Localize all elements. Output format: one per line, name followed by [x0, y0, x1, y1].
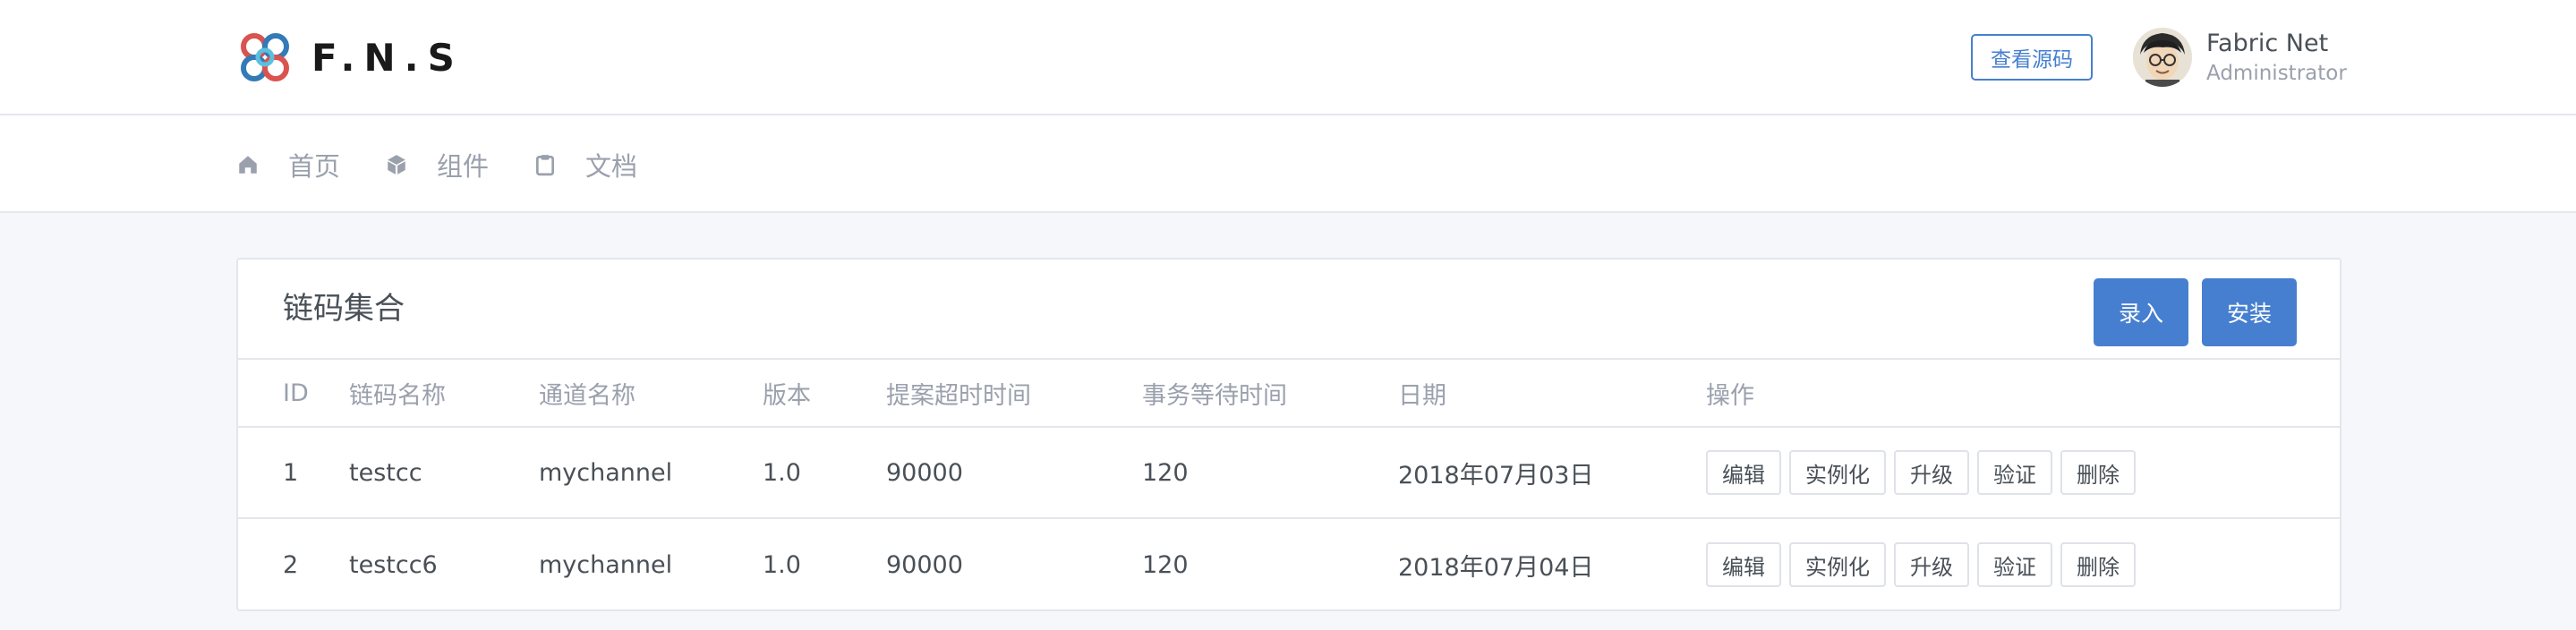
delete-button[interactable]: 删除 [2060, 450, 2136, 495]
nav-item-docs[interactable]: 文档 [533, 146, 637, 183]
nav-item-label: 组件 [437, 150, 490, 182]
card-title: 链码集合 [283, 291, 405, 327]
column-header-tx-wait: 事务等待时间 [1142, 381, 1287, 410]
cell-tx-wait: 120 [1142, 458, 1189, 487]
cell-proposal-timeout: 90000 [886, 458, 963, 487]
install-button[interactable]: 安装 [2202, 278, 2297, 346]
cell-tx-wait: 120 [1142, 550, 1189, 579]
instantiate-button[interactable]: 实例化 [1789, 542, 1886, 587]
cell-name: testcc [349, 458, 422, 487]
column-header-date: 日期 [1398, 381, 1446, 410]
clipboard-icon [536, 154, 555, 175]
cell-date: 2018年07月04日 [1398, 553, 1594, 582]
enter-button[interactable]: 录入 [2094, 278, 2188, 346]
brand-name: F.N.S [311, 35, 464, 80]
edit-button[interactable]: 编辑 [1706, 542, 1781, 587]
nav-item-label: 文档 [585, 150, 638, 182]
column-header-proposal-timeout: 提案超时时间 [886, 381, 1031, 410]
row-actions: 编辑 实例化 升级 验证 删除 [1706, 519, 2144, 610]
user-role: Administrator [2206, 62, 2347, 85]
chaincode-table: ID 链码名称 通道名称 版本 提案超时时间 事务等待时间 日期 操作 1 te… [238, 360, 2340, 610]
column-header-channel: 通道名称 [539, 381, 635, 410]
cell-id: 2 [283, 550, 299, 579]
column-header-actions: 操作 [1706, 381, 1754, 410]
column-header-id: ID [283, 379, 309, 407]
box-icon [388, 154, 405, 175]
column-header-version: 版本 [763, 381, 811, 410]
brand[interactable]: F.N.S [236, 27, 464, 88]
nav-items: 首页 组件 文档 [236, 115, 682, 213]
cell-channel: mychannel [539, 458, 673, 487]
cell-channel: mychannel [539, 550, 673, 579]
nav-item-components[interactable]: 组件 [385, 146, 489, 183]
table-header: ID 链码名称 通道名称 版本 提案超时时间 事务等待时间 日期 操作 [238, 360, 2340, 428]
cell-name: testcc6 [349, 550, 438, 579]
cell-version: 1.0 [763, 458, 801, 487]
instantiate-button[interactable]: 实例化 [1789, 450, 1886, 495]
user-info: Fabric Net Administrator [2206, 28, 2347, 87]
chaincode-card: 链码集合 录入 安装 ID 链码名称 通道名称 版本 提案超时时间 事务等待时间… [236, 258, 2341, 611]
main-nav: 首页 组件 文档 [0, 115, 2576, 213]
cell-version: 1.0 [763, 550, 801, 579]
cell-proposal-timeout: 90000 [886, 550, 963, 579]
user-name: Fabric Net [2206, 30, 2329, 57]
top-header: F.N.S 查看源码 Fabric Net Administrator [0, 0, 2576, 115]
nav-item-home[interactable]: 首页 [236, 146, 340, 183]
upgrade-button[interactable]: 升级 [1894, 450, 1969, 495]
nav-item-label: 首页 [288, 150, 341, 182]
delete-button[interactable]: 删除 [2060, 542, 2136, 587]
fns-logo-icon [241, 33, 289, 81]
row-actions: 编辑 实例化 升级 验证 删除 [1706, 428, 2144, 517]
column-header-name: 链码名称 [349, 381, 446, 410]
table-row: 1 testcc mychannel 1.0 90000 120 2018年07… [238, 428, 2340, 519]
upgrade-button[interactable]: 升级 [1894, 542, 1969, 587]
cell-id: 1 [283, 458, 299, 487]
avatar[interactable] [2133, 28, 2192, 87]
edit-button[interactable]: 编辑 [1706, 450, 1781, 495]
verify-button[interactable]: 验证 [1977, 450, 2052, 495]
verify-button[interactable]: 验证 [1977, 542, 2052, 587]
home-icon [239, 155, 257, 174]
user-avatar-icon [2133, 28, 2192, 87]
view-source-button[interactable]: 查看源码 [1971, 34, 2093, 81]
table-row: 2 testcc6 mychannel 1.0 90000 120 2018年0… [238, 519, 2340, 610]
cell-date: 2018年07月03日 [1398, 461, 1594, 490]
card-header: 链码集合 录入 安装 [238, 260, 2340, 360]
user-menu[interactable]: Fabric Net Administrator [2133, 25, 2347, 89]
